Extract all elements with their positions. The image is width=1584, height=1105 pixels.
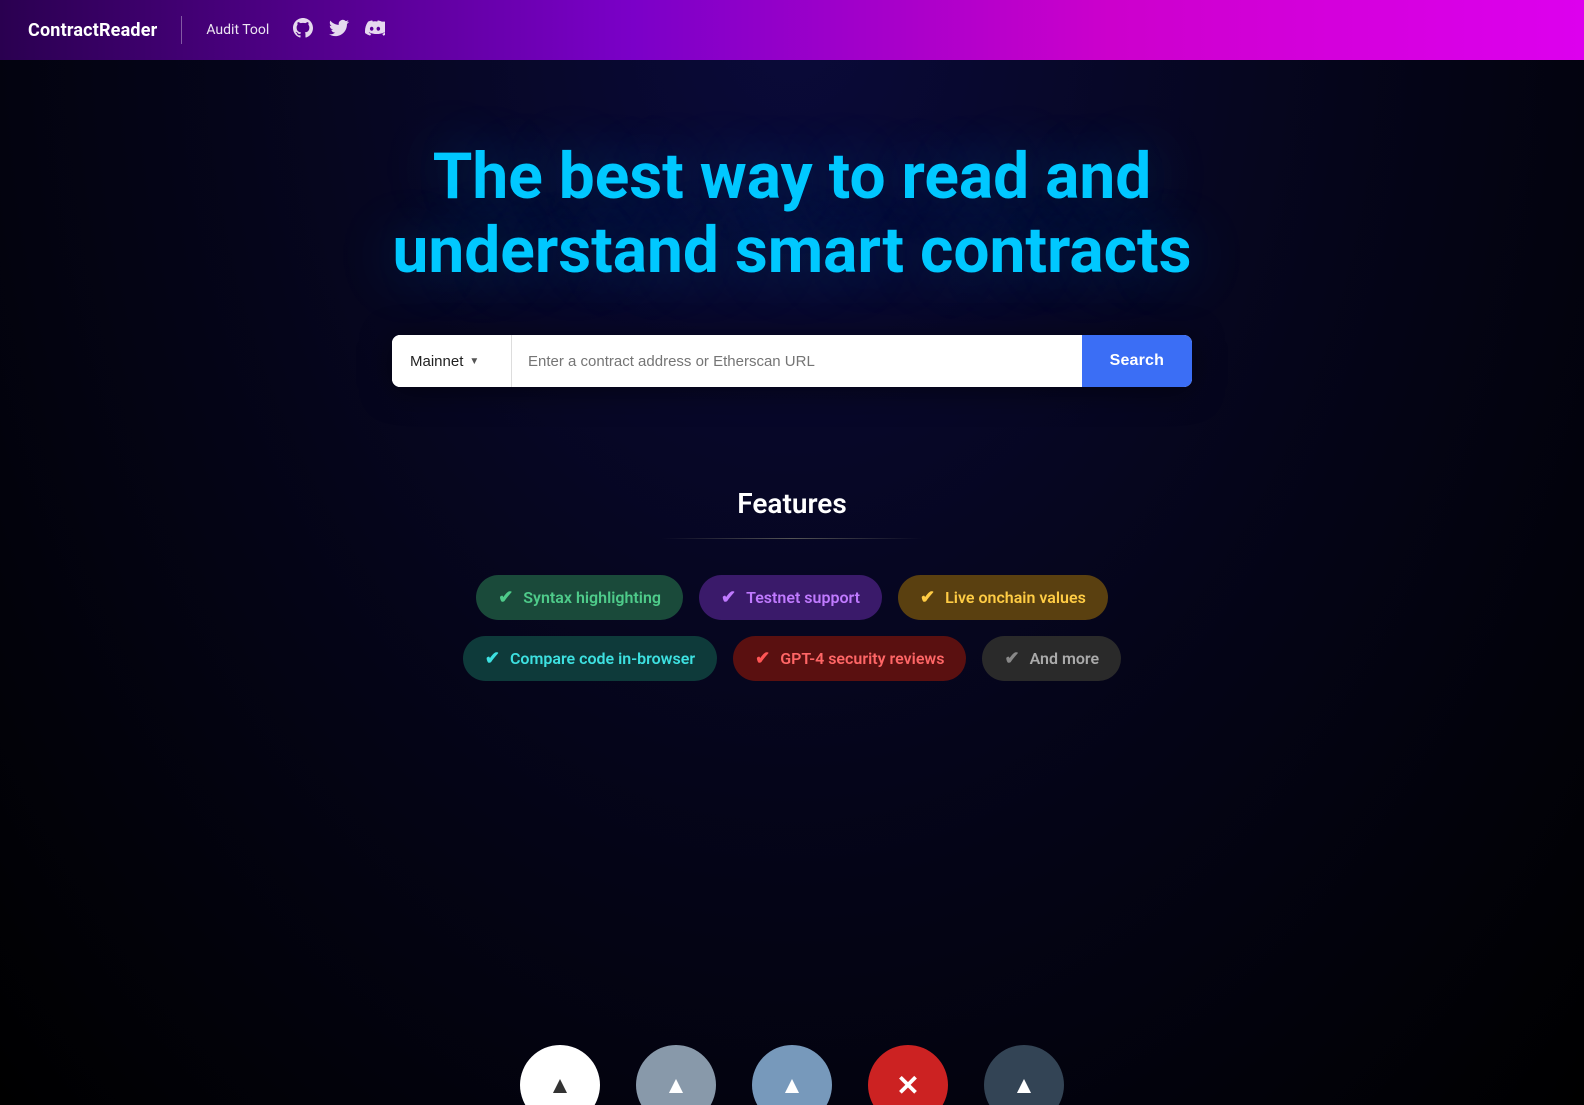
bottom-logos-section: ▲ ▲ ▲ ✕ ▲: [0, 1035, 1584, 1105]
badge-onchain-label: Live onchain values: [945, 588, 1086, 607]
logo-circle-3: ▲: [752, 1045, 832, 1105]
logo-circle-5: ▲: [984, 1045, 1064, 1105]
features-row-2: ✔ Compare code in-browser ✔ GPT-4 securi…: [463, 636, 1121, 681]
badge-more-label: And more: [1030, 649, 1100, 668]
badge-compare-code: ✔ Compare code in-browser: [463, 636, 717, 681]
search-input[interactable]: [512, 335, 1082, 387]
features-row-1: ✔ Syntax highlighting ✔ Testnet support …: [476, 575, 1108, 620]
network-label: Mainnet: [410, 353, 463, 370]
chevron-down-icon: ▼: [469, 356, 479, 367]
check-icon-gpt4: ✔: [755, 648, 770, 669]
logo-circle-2: ▲: [636, 1045, 716, 1105]
navbar: ContractReader Audit Tool: [0, 0, 1584, 60]
github-icon[interactable]: [293, 18, 313, 43]
search-bar: Mainnet ▼ Search: [392, 335, 1192, 387]
twitter-icon[interactable]: [329, 18, 349, 43]
features-title: Features: [737, 487, 847, 520]
nav-social-icons: [293, 18, 385, 43]
badge-compare-label: Compare code in-browser: [510, 649, 695, 668]
badge-live-onchain: ✔ Live onchain values: [898, 575, 1108, 620]
search-button[interactable]: Search: [1082, 335, 1192, 387]
badge-gpt4-security: ✔ GPT-4 security reviews: [733, 636, 966, 681]
site-logo[interactable]: ContractReader: [28, 20, 157, 41]
nav-divider: [181, 16, 182, 44]
network-selector[interactable]: Mainnet ▼: [392, 335, 512, 387]
badge-and-more: ✔ And more: [982, 636, 1121, 681]
check-icon-more: ✔: [1004, 648, 1019, 669]
check-icon-testnet: ✔: [721, 587, 736, 608]
audit-tool-link[interactable]: Audit Tool: [206, 22, 269, 38]
badge-gpt4-label: GPT-4 security reviews: [780, 649, 944, 668]
hero-section: The best way to read and understand smar…: [0, 0, 1584, 1105]
check-icon-compare: ✔: [485, 648, 500, 669]
badge-syntax-highlighting: ✔ Syntax highlighting: [476, 575, 683, 620]
discord-icon[interactable]: [365, 18, 385, 43]
logo-circle-4: ✕: [868, 1045, 948, 1105]
badge-testnet-support: ✔ Testnet support: [699, 575, 882, 620]
features-divider: [662, 538, 922, 539]
logo-circle-1: ▲: [520, 1045, 600, 1105]
check-icon-onchain: ✔: [920, 587, 935, 608]
features-grid: ✔ Syntax highlighting ✔ Testnet support …: [463, 575, 1121, 681]
badge-testnet-label: Testnet support: [746, 588, 860, 607]
check-icon-syntax: ✔: [498, 587, 513, 608]
hero-title: The best way to read and understand smar…: [393, 140, 1192, 287]
features-section: Features ✔ Syntax highlighting ✔ Testnet…: [0, 487, 1584, 681]
badge-syntax-label: Syntax highlighting: [523, 588, 661, 607]
